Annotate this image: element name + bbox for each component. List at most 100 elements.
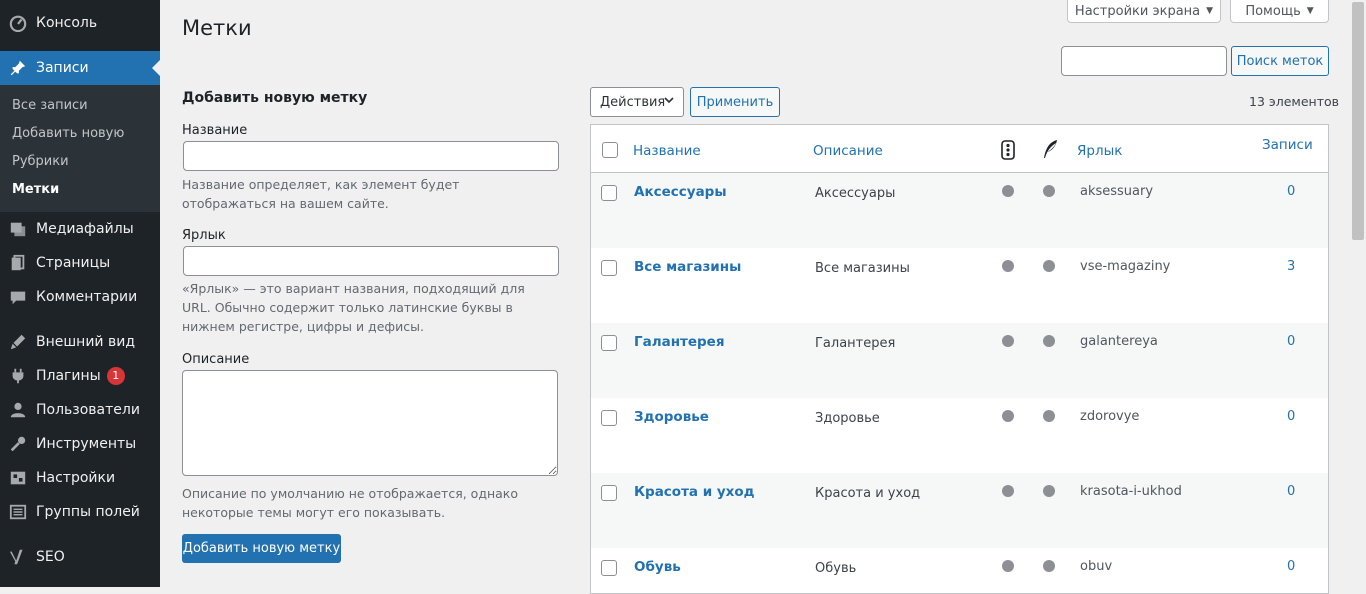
tag-description: Аксессуары [815, 186, 896, 201]
menu-item-label: SEO [36, 549, 65, 565]
comments-icon [0, 288, 36, 306]
seo-score-dot [1002, 485, 1014, 497]
menu-item-pages[interactable]: Страницы [0, 246, 160, 280]
tag-name-link[interactable]: Здоровье [634, 409, 709, 425]
bulk-actions-value: Действия [600, 94, 666, 110]
tag-name-link[interactable]: Аксессуары [634, 184, 727, 200]
help-label: Помощь [1245, 3, 1301, 19]
menu-item-users[interactable]: Пользователи [0, 393, 160, 427]
apply-button[interactable]: Применить [690, 87, 780, 117]
tag-posts-count-link[interactable]: 0 [1287, 184, 1295, 199]
menu-item-label: Пользователи [36, 402, 140, 418]
menu-item-label: Настройки [36, 470, 116, 486]
submenu-add-new[interactable]: Добавить новую [12, 126, 124, 141]
add-tag-submit-button[interactable]: Добавить новую метку [182, 534, 341, 563]
tags-table: Название Описание Ярлык Записи Аксессуар… [590, 124, 1329, 594]
menu-item-settings[interactable]: Настройки [0, 461, 160, 495]
pages-icon [0, 254, 36, 272]
items-count: 13 элементов [1249, 94, 1340, 109]
row-checkbox[interactable] [601, 485, 617, 501]
tag-posts-count-link[interactable]: 0 [1287, 409, 1295, 424]
users-icon [0, 401, 36, 419]
menu-item-dashboard[interactable]: Консоль [0, 6, 160, 40]
tag-name-link[interactable]: Все магазины [634, 259, 741, 275]
tag-slug: zdorovye [1080, 409, 1140, 424]
menu-item-seo[interactable]: SEO [0, 540, 160, 574]
search-tags-button[interactable]: Поиск меток [1231, 46, 1329, 76]
tag-slug: aksessuary [1080, 184, 1154, 199]
tag-slug: galantereya [1080, 334, 1158, 349]
menu-item-comments[interactable]: Комментарии [0, 280, 160, 314]
column-posts[interactable]: Записи [1262, 137, 1313, 153]
settings-icon [0, 469, 36, 487]
menu-item-field-groups[interactable]: Группы полей [0, 495, 160, 529]
screen-options-button[interactable]: Настройки экрана ▼ [1067, 0, 1221, 23]
plugins-update-badge: 1 [106, 367, 125, 385]
row-checkbox[interactable] [601, 260, 617, 276]
tag-name-link[interactable]: Галантерея [634, 334, 725, 350]
menu-item-label: Внешний вид [36, 334, 136, 350]
caret-down-icon: ▼ [1306, 6, 1314, 16]
help-button[interactable]: Помощь ▼ [1230, 0, 1329, 23]
tag-description: Красота и уход [815, 486, 921, 501]
tag-description: Все магазины [815, 261, 910, 276]
fields-icon [0, 503, 36, 521]
tools-icon [0, 435, 36, 453]
name-hint: Название определяет, как элемент будет о… [182, 177, 460, 211]
media-icon [0, 220, 36, 238]
bulk-actions-select[interactable]: Действия [590, 87, 684, 117]
yoast-icon [0, 548, 36, 566]
row-checkbox[interactable] [601, 410, 617, 426]
seo-score-dot [1002, 260, 1014, 272]
column-description[interactable]: Описание [813, 143, 883, 159]
tag-description: Галантерея [815, 336, 896, 351]
table-row: Галантерея Галантерея galantereya 0 [591, 323, 1328, 398]
row-checkbox[interactable] [601, 560, 617, 576]
appearance-icon [0, 333, 36, 351]
slug-hint: «Ярлык» — это вариант названия, подходящ… [182, 281, 525, 334]
seo-score-dot [1002, 335, 1014, 347]
tag-posts-count-link[interactable]: 0 [1287, 484, 1295, 499]
search-input[interactable] [1061, 46, 1227, 76]
readability-score-dot [1043, 410, 1055, 422]
menu-item-plugins[interactable]: Плагины 1 [0, 359, 160, 393]
tag-slug: obuv [1080, 559, 1113, 574]
tag-name-link[interactable]: Обувь [634, 559, 681, 575]
readability-score-dot [1043, 335, 1055, 347]
seo-score-dot [1002, 410, 1014, 422]
submenu-all-posts[interactable]: Все записи [12, 98, 88, 113]
submenu-tags[interactable]: Метки [12, 182, 59, 197]
column-slug[interactable]: Ярлык [1077, 143, 1122, 159]
menu-item-posts[interactable]: Записи [0, 51, 160, 85]
seo-score-dot [1002, 185, 1014, 197]
posts-submenu: Все записи Добавить новую Рубрики Метки [0, 85, 160, 212]
seo-score-icon [1001, 140, 1015, 164]
slug-field[interactable] [183, 246, 559, 276]
tag-slug: vse-magaziny [1080, 259, 1171, 274]
slug-label: Ярлык [182, 228, 226, 243]
select-all-checkbox[interactable] [602, 142, 618, 158]
menu-item-media[interactable]: Медиафайлы [0, 212, 160, 246]
caret-down-icon: ▼ [1206, 6, 1214, 16]
tag-name-link[interactable]: Красота и уход [634, 484, 755, 500]
dashboard-icon [0, 14, 36, 32]
tag-description: Здоровье [815, 411, 880, 426]
tag-posts-count-link[interactable]: 3 [1287, 259, 1295, 274]
name-field[interactable] [183, 141, 559, 171]
submenu-categories[interactable]: Рубрики [12, 154, 69, 169]
row-checkbox[interactable] [601, 335, 617, 351]
scrollbar-thumb[interactable] [1352, 2, 1364, 240]
column-name[interactable]: Название [633, 143, 701, 159]
tag-slug: krasota-i-ukhod [1080, 484, 1182, 499]
readability-score-dot [1043, 560, 1055, 572]
tag-posts-count-link[interactable]: 0 [1287, 559, 1295, 574]
readability-score-dot [1043, 185, 1055, 197]
tag-posts-count-link[interactable]: 0 [1287, 334, 1295, 349]
menu-item-tools[interactable]: Инструменты [0, 427, 160, 461]
chevron-down-icon [663, 94, 675, 110]
row-checkbox[interactable] [601, 185, 617, 201]
menu-item-appearance[interactable]: Внешний вид [0, 325, 160, 359]
menu-item-label: Страницы [36, 255, 111, 271]
table-row: Все магазины Все магазины vse-magaziny 3 [591, 248, 1328, 323]
description-textarea[interactable] [182, 370, 558, 476]
